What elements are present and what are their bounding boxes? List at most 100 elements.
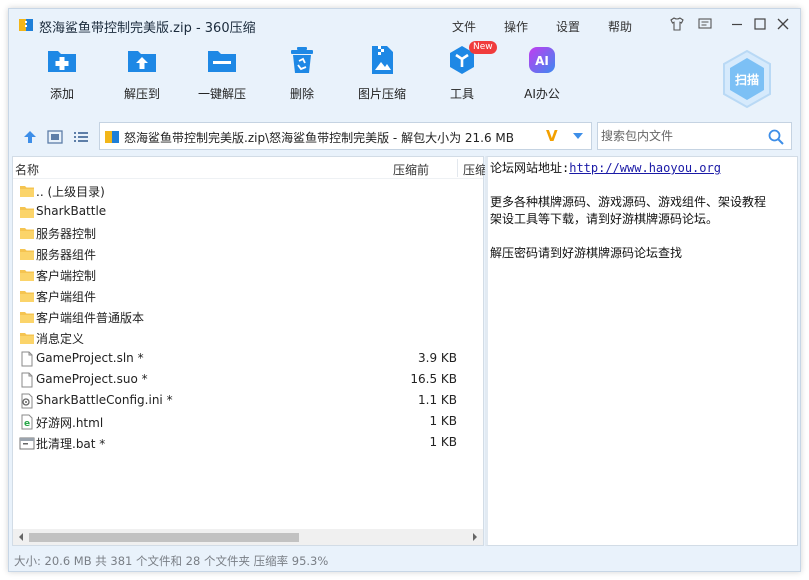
scan-label: 扫描 xyxy=(735,72,759,87)
skin-shirt-icon[interactable] xyxy=(669,16,685,32)
image-compress-label: 图片压缩 xyxy=(357,87,406,101)
chevron-down-icon[interactable] xyxy=(572,132,584,140)
batch-file-icon xyxy=(19,435,35,451)
feedback-icon[interactable] xyxy=(697,16,713,32)
folder-row[interactable]: 客户端控制 xyxy=(13,264,483,285)
thumbnail-view-icon[interactable] xyxy=(47,130,63,144)
row-name: SharkBattleConfig.ini * xyxy=(36,393,173,407)
folder-icon xyxy=(19,183,35,199)
column-size-before[interactable]: 压缩前 xyxy=(393,161,429,178)
file-row[interactable]: GameProject.sln * 3.9 KB xyxy=(13,348,483,369)
folder-row[interactable]: 客户端组件普通版本 xyxy=(13,306,483,327)
ai-icon-text: AI xyxy=(535,54,549,68)
extract-to-icon xyxy=(128,51,156,72)
file-row[interactable]: 批清理.bat * 1 KB xyxy=(13,432,483,453)
menu-settings[interactable]: 设置 xyxy=(556,18,608,35)
settings-file-icon xyxy=(19,393,35,409)
forum-address-label: 论坛网站地址: xyxy=(490,161,570,175)
scrollbar-thumb[interactable] xyxy=(29,533,299,542)
archive-comment: 论坛网站地址:http://www.haoyou.org 更多各种棋牌源码、游戏… xyxy=(490,160,796,262)
row-size: 3.9 KB xyxy=(418,351,457,365)
row-size: 16.5 KB xyxy=(410,372,457,386)
search-input[interactable] xyxy=(599,124,759,148)
app-window: 怒海鲨鱼带控制完美版.zip - 360压缩 文件 操作 设置 帮助 添加 解压… xyxy=(8,8,801,572)
horizontal-scrollbar[interactable] xyxy=(13,529,483,545)
address-path: 怒海鲨鱼带控制完美版.zip\怒海鲨鱼带控制完美版 - 解包大小为 21.6 M… xyxy=(124,131,515,145)
folder-row[interactable]: .. (上级目录) xyxy=(13,180,483,201)
scroll-right-icon[interactable] xyxy=(471,532,479,542)
scroll-left-icon[interactable] xyxy=(17,532,25,542)
status-bar: 大小: 20.6 MB 共 381 个文件和 28 个文件夹 压缩率 95.3% xyxy=(9,549,800,571)
file-row[interactable]: GameProject.suo * 16.5 KB xyxy=(13,369,483,390)
address-bar[interactable]: 怒海鲨鱼带控制完美版.zip\怒海鲨鱼带控制完美版 - 解包大小为 21.6 M… xyxy=(99,122,592,150)
file-list-panel: 名称 压缩前 压缩后 .. (上级目录) SharkBattle 服务器控制服务器组… xyxy=(12,156,485,546)
add-label: 添加 xyxy=(49,87,74,101)
list-view-icon[interactable] xyxy=(73,130,89,144)
file-list-header: 名称 压缩前 压缩后 xyxy=(13,157,485,179)
ai-office-button[interactable]: AI AI办公 xyxy=(507,43,577,102)
zip-file-icon xyxy=(105,131,119,143)
delete-button[interactable]: 删除 xyxy=(267,43,337,102)
row-name: 批清理.bat * xyxy=(36,437,106,451)
row-size: 1 KB xyxy=(429,435,457,449)
svg-text:e: e xyxy=(24,419,30,429)
row-name: GameProject.sln * xyxy=(36,351,144,365)
column-name[interactable]: 名称 xyxy=(15,161,39,178)
image-compress-button[interactable]: 图片压缩 xyxy=(347,43,417,102)
file-icon xyxy=(19,372,35,388)
folder-row[interactable]: 服务器控制 xyxy=(13,222,483,243)
tools-label: 工具 xyxy=(449,87,474,101)
folder-icon xyxy=(19,204,35,220)
one-click-extract-button[interactable]: 一键解压 xyxy=(187,43,257,102)
one-click-extract-label: 一键解压 xyxy=(197,87,246,101)
maximize-icon[interactable] xyxy=(752,16,768,32)
comment-panel: 论坛网站地址:http://www.haoyou.org 更多各种棋牌源码、游戏… xyxy=(485,156,798,546)
file-row[interactable]: e 好游网.html 1 KB xyxy=(13,411,483,432)
folder-icon xyxy=(19,246,35,262)
ai-office-icon: AI xyxy=(529,47,555,73)
forum-link[interactable]: http://www.haoyou.org xyxy=(569,161,721,175)
comment-line-2: 更多各种棋牌源码、游戏源码、游戏组件、架设教程 xyxy=(490,195,767,209)
folder-icon xyxy=(19,309,35,325)
row-name: 客户端控制 xyxy=(36,269,97,283)
file-row[interactable]: SharkBattleConfig.ini * 1.1 KB xyxy=(13,390,483,411)
ai-office-label: AI办公 xyxy=(524,87,560,101)
add-icon xyxy=(48,51,76,72)
row-name: 服务器控制 xyxy=(36,227,97,241)
close-icon[interactable] xyxy=(775,16,791,32)
folder-row[interactable]: 消息定义 xyxy=(13,327,483,348)
folder-row[interactable]: SharkBattle xyxy=(13,201,483,222)
menu-operation[interactable]: 操作 xyxy=(504,18,556,35)
comment-line-4: 解压密码请到好游棋牌源码论坛查找 xyxy=(490,246,683,260)
search-box xyxy=(597,122,792,150)
folder-row[interactable]: 客户端组件 xyxy=(13,285,483,306)
extract-to-label: 解压到 xyxy=(123,87,160,101)
toolbar: 添加 解压到 一键解压 删除 图片压缩 New 工具 AI AI办公 扫描 xyxy=(9,41,800,113)
comment-line-3: 架设工具等下载，请到好游棋牌源码论坛。 xyxy=(490,212,719,226)
add-button[interactable]: 添加 xyxy=(27,43,97,102)
column-separator[interactable] xyxy=(457,159,458,177)
delete-icon xyxy=(291,47,313,73)
folder-row[interactable]: 服务器组件 xyxy=(13,243,483,264)
column-size-after[interactable]: 压缩后 xyxy=(463,161,485,178)
file-rows: .. (上级目录) SharkBattle 服务器控制服务器组件客户端控制客户端组件… xyxy=(13,180,483,453)
search-icon[interactable] xyxy=(768,129,784,145)
row-size: 1 KB xyxy=(429,414,457,428)
scan-button[interactable]: 扫描 xyxy=(721,49,773,109)
menu-help[interactable]: 帮助 xyxy=(608,18,660,35)
menu-file[interactable]: 文件 xyxy=(452,18,504,35)
extract-to-button[interactable]: 解压到 xyxy=(107,43,177,102)
one-click-extract-icon xyxy=(208,51,236,72)
minimize-icon[interactable] xyxy=(729,16,745,32)
row-name: 消息定义 xyxy=(36,332,85,346)
address-row: 怒海鲨鱼带控制完美版.zip\怒海鲨鱼带控制完美版 - 解包大小为 21.6 M… xyxy=(9,122,800,152)
tools-button[interactable]: New 工具 xyxy=(427,41,497,102)
row-name: GameProject.suo * xyxy=(36,372,148,386)
delete-label: 删除 xyxy=(289,87,314,101)
up-arrow-icon[interactable] xyxy=(22,130,38,144)
row-name: 客户端组件普通版本 xyxy=(36,311,145,325)
verified-v-icon[interactable]: V xyxy=(546,127,558,145)
menu-bar: 文件 操作 设置 帮助 xyxy=(452,18,660,35)
folder-icon xyxy=(19,288,35,304)
folder-icon xyxy=(19,330,35,346)
